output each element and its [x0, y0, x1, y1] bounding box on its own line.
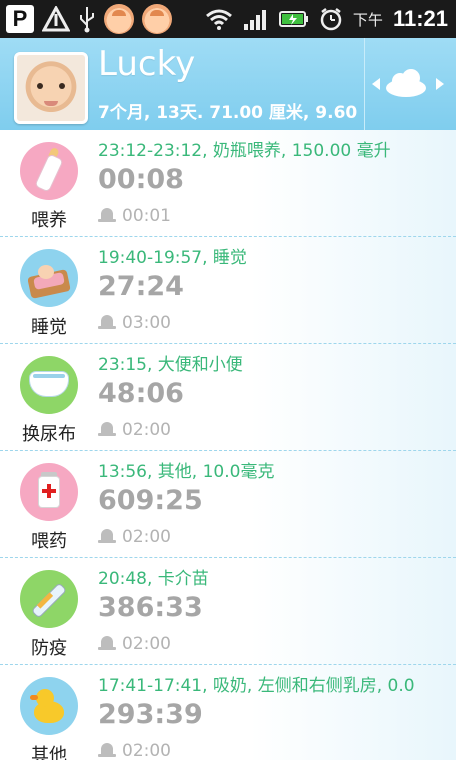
status-time: 11:21: [392, 6, 448, 31]
record-category: 防疫: [31, 638, 67, 659]
record-detail: 19:40-19:57, 睡觉: [98, 248, 247, 268]
alarm-interval: 03:00: [122, 313, 171, 333]
record-alarm: 02:00: [98, 420, 171, 440]
usb-debug-icon: [42, 6, 70, 32]
record-alarm: 00:01: [98, 206, 171, 226]
record-row-medicine[interactable]: 喂药 13:56, 其他, 10.0毫克 609:25 02:00: [0, 451, 456, 558]
diaper-icon: [20, 356, 78, 414]
record-elapsed: 27:24: [98, 271, 184, 302]
record-category: 喂药: [31, 531, 67, 552]
bell-icon: [98, 636, 116, 652]
bottle-icon: [20, 142, 78, 200]
record-category: 其他: [31, 745, 67, 760]
profile-header[interactable]: Lucky 7个月, 13天. 71.00 厘米, 9.60: [0, 38, 456, 130]
bell-icon: [98, 422, 116, 438]
record-category: 睡觉: [31, 317, 67, 338]
record-category: 喂养: [31, 210, 67, 231]
cloud-icon[interactable]: [384, 68, 428, 98]
record-elapsed: 386:33: [98, 592, 203, 623]
record-row-feeding[interactable]: 喂养 23:12-23:12, 奶瓶喂养, 150.00 毫升 00:08 00…: [0, 130, 456, 237]
sleeping-baby-icon: [20, 249, 78, 307]
record-elapsed: 609:25: [98, 485, 203, 516]
bell-icon: [98, 315, 116, 331]
prev-arrow-icon[interactable]: [372, 78, 380, 90]
record-detail: 20:48, 卡介苗: [98, 569, 209, 589]
battery-charging-icon: [278, 11, 308, 27]
syringe-icon: [20, 570, 78, 628]
record-elapsed: 48:06: [98, 378, 184, 409]
alarm-interval: 02:00: [122, 527, 171, 547]
baby-face-icon: [142, 4, 172, 34]
record-detail: 13:56, 其他, 10.0毫克: [98, 462, 275, 482]
system-icons: 下午 11:21: [205, 4, 448, 34]
baby-name: Lucky: [98, 44, 196, 84]
alarm-interval: 02:00: [122, 420, 171, 440]
baby-avatar[interactable]: [14, 52, 88, 124]
parking-icon: P: [6, 5, 34, 33]
status-ampm: 下午: [352, 10, 383, 29]
record-row-sleep[interactable]: 睡觉 19:40-19:57, 睡觉 27:24 03:00: [0, 237, 456, 344]
usb-icon: [80, 7, 94, 33]
record-elapsed: 00:08: [98, 164, 184, 195]
bell-icon: [98, 529, 116, 545]
record-row-diaper[interactable]: 换尿布 23:15, 大便和小便 48:06 02:00: [0, 344, 456, 451]
alarm-interval: 02:00: [122, 741, 171, 760]
alarm-interval: 00:01: [122, 206, 171, 226]
duck-icon: [20, 677, 78, 735]
alarm-icon: [320, 8, 342, 31]
record-row-other[interactable]: 其他 17:41-17:41, 吸奶, 左侧和右侧乳房, 0.0 293:39 …: [0, 665, 456, 760]
bell-icon: [98, 208, 116, 224]
record-category: 换尿布: [22, 424, 76, 445]
record-list[interactable]: 喂养 23:12-23:12, 奶瓶喂养, 150.00 毫升 00:08 00…: [0, 130, 456, 760]
baby-face-icon: [104, 4, 134, 34]
record-detail: 23:12-23:12, 奶瓶喂养, 150.00 毫升: [98, 141, 391, 161]
record-elapsed: 293:39: [98, 699, 203, 730]
record-alarm: 02:00: [98, 741, 171, 760]
baby-stats: 7个月, 13天. 71.00 厘米, 9.60: [98, 103, 358, 123]
record-alarm: 02:00: [98, 634, 171, 654]
medicine-icon: [20, 463, 78, 521]
record-detail: 17:41-17:41, 吸奶, 左侧和右侧乳房, 0.0: [98, 676, 415, 696]
alarm-interval: 02:00: [122, 634, 171, 654]
header-divider: [364, 38, 365, 130]
record-row-vaccine[interactable]: 防疫 20:48, 卡介苗 386:33 02:00: [0, 558, 456, 665]
status-bar: P 下午 11:21: [0, 0, 456, 38]
record-alarm: 02:00: [98, 527, 171, 547]
record-alarm: 03:00: [98, 313, 171, 333]
notification-icons: P: [6, 4, 172, 34]
next-arrow-icon[interactable]: [436, 78, 444, 90]
wifi-icon: [205, 9, 232, 30]
signal-icon: [243, 10, 266, 30]
bell-icon: [98, 743, 116, 759]
record-detail: 23:15, 大便和小便: [98, 355, 243, 375]
